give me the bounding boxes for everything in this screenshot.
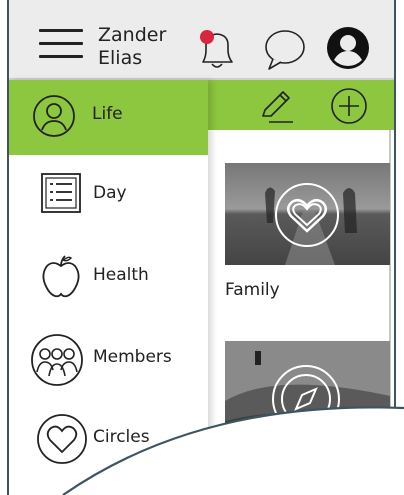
- add-icon[interactable]: [328, 85, 370, 127]
- person-icon: [33, 95, 75, 137]
- sidebar-item-label: Day: [93, 183, 127, 203]
- user-name: Zander Elias: [98, 24, 188, 70]
- card-image-explore[interactable]: [225, 341, 390, 461]
- edit-icon[interactable]: [255, 86, 295, 126]
- compass-icon: [272, 365, 340, 433]
- sidebar-item-members[interactable]: Members: [9, 324, 208, 399]
- heart-icon: [37, 414, 87, 464]
- app-frame: Zander Elias Family Life Day Health Memb…: [7, 0, 396, 495]
- group-icon: [31, 334, 83, 386]
- apple-icon: [42, 255, 80, 298]
- bell-icon[interactable]: [195, 26, 239, 72]
- card-label-family[interactable]: Family: [225, 280, 280, 300]
- toolbar: [200, 80, 394, 130]
- heart-icon: [275, 183, 339, 247]
- sidebar-item-label: Circles: [93, 427, 150, 447]
- chat-icon[interactable]: [262, 28, 308, 72]
- sidebar-item-day[interactable]: Day: [9, 160, 208, 235]
- sidebar-item-life[interactable]: Life: [9, 80, 208, 155]
- account-icon[interactable]: [326, 26, 370, 70]
- user-first-name: Zander: [98, 24, 167, 46]
- menu-icon[interactable]: [39, 29, 83, 59]
- header-bar: Zander Elias: [9, 0, 394, 80]
- user-last-name: Elias: [98, 47, 143, 69]
- sidebar-menu: Life Day Health Members Circles: [9, 80, 208, 495]
- notification-dot: [200, 30, 214, 44]
- sidebar-item-health[interactable]: Health: [9, 242, 208, 317]
- sidebar-item-label: Health: [93, 265, 149, 285]
- sidebar-item-label: Members: [93, 347, 172, 367]
- sidebar-item-circles[interactable]: Circles: [9, 406, 208, 481]
- list-icon: [41, 173, 81, 213]
- sidebar-item-label: Life: [92, 104, 123, 124]
- card-image-family[interactable]: [225, 163, 390, 265]
